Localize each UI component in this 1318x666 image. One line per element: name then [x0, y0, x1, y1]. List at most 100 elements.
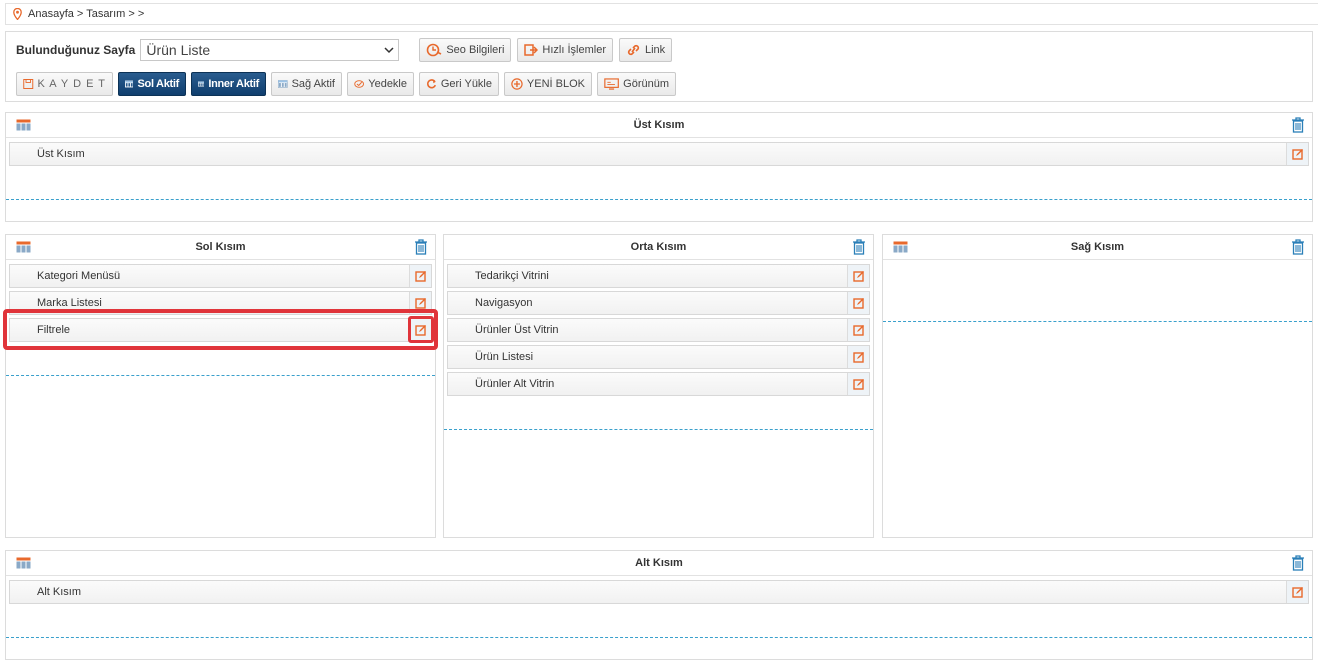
- edit-button[interactable]: [409, 265, 431, 287]
- left-section-title: Sol Kısım: [195, 241, 246, 253]
- page-select-value: Ürün Liste: [146, 42, 211, 58]
- inner-active-button[interactable]: Inner Aktif: [191, 72, 266, 96]
- edit-icon: [852, 352, 864, 363]
- block-item[interactable]: Ürünler Alt Vitrin: [447, 372, 870, 396]
- trash-icon[interactable]: [1291, 117, 1305, 133]
- new-block-button[interactable]: YENİ BLOK: [504, 72, 592, 96]
- restore-button[interactable]: Geri Yükle: [419, 72, 499, 96]
- trash-icon[interactable]: [1291, 239, 1305, 255]
- save-button[interactable]: K A Y D E T: [16, 72, 113, 96]
- drop-zone-divider: [6, 199, 1312, 200]
- top-section-header: Üst Kısım: [6, 113, 1312, 138]
- quick-actions-button[interactable]: Hızlı İşlemler: [517, 38, 613, 62]
- monitor-icon: [604, 78, 619, 90]
- top-section: Üst Kısım Üst Kısım: [5, 112, 1313, 222]
- edit-button[interactable]: [847, 346, 869, 368]
- block-item[interactable]: Kategori Menüsü: [9, 264, 432, 288]
- block-item-label: Alt Kısım: [37, 586, 82, 598]
- drop-zone-divider: [883, 321, 1312, 322]
- edit-icon: [1291, 149, 1303, 160]
- layout-icon: [198, 81, 205, 87]
- edit-icon: [1291, 587, 1303, 598]
- breadcrumb-text[interactable]: Anasayfa > Tasarım > >: [28, 8, 144, 20]
- block-item-label: Tedarikçi Vitrini: [475, 270, 549, 282]
- top-section-title: Üst Kısım: [633, 119, 685, 131]
- edit-button[interactable]: [1286, 581, 1308, 603]
- chevron-down-icon: [384, 47, 394, 54]
- quick-actions-label: Hızlı İşlemler: [542, 44, 606, 56]
- location-pin-icon: [13, 8, 22, 20]
- edit-icon: [852, 298, 864, 309]
- middle-section-title: Orta Kısım: [630, 241, 687, 253]
- block-item-label: Ürün Listesi: [475, 351, 534, 363]
- block-item-label: Ürünler Üst Vitrin: [475, 324, 559, 336]
- middle-section-header: Orta Kısım: [444, 235, 873, 260]
- bottom-section: Alt Kısım Alt Kısım: [5, 550, 1313, 660]
- restore-label: Geri Yükle: [440, 78, 492, 90]
- view-label: Görünüm: [623, 78, 669, 90]
- layout-icon: [125, 80, 134, 88]
- left-section-header: Sol Kısım: [6, 235, 435, 260]
- left-active-label: Sol Aktif: [137, 78, 179, 90]
- block-item-label: Marka Listesi: [37, 297, 102, 309]
- seo-info-button[interactable]: Seo Bilgileri: [419, 38, 512, 62]
- right-section: Sağ Kısım: [882, 234, 1313, 538]
- save-label: K A Y D E T: [37, 78, 106, 90]
- right-section-title: Sağ Kısım: [1070, 241, 1125, 253]
- view-button[interactable]: Görünüm: [597, 72, 676, 96]
- plus-circle-icon: [511, 78, 523, 90]
- highlight-edit-box: [408, 316, 434, 343]
- left-section: Sol Kısım Kategori Menüsü Marka Listesi …: [5, 234, 436, 538]
- block-item-label: Ürünler Alt Vitrin: [475, 378, 555, 390]
- drop-zone-divider: [444, 429, 873, 430]
- bottom-section-header: Alt Kısım: [6, 551, 1312, 576]
- right-active-button[interactable]: Sağ Aktif: [271, 72, 342, 96]
- edit-button[interactable]: [847, 292, 869, 314]
- right-active-label: Sağ Aktif: [291, 78, 335, 90]
- page-select[interactable]: Ürün Liste: [140, 39, 400, 61]
- block-item[interactable]: Navigasyon: [447, 291, 870, 315]
- middle-section: Orta Kısım Tedarikçi Vitrini Navigasyon …: [443, 234, 874, 538]
- seo-info-label: Seo Bilgileri: [446, 44, 505, 56]
- seo-icon: [427, 43, 442, 57]
- right-section-header: Sağ Kısım: [883, 235, 1312, 260]
- edit-icon: [852, 271, 864, 282]
- edit-icon: [414, 271, 426, 282]
- block-item-label: Kategori Menüsü: [37, 270, 121, 282]
- refresh-icon: [427, 79, 437, 89]
- block-item[interactable]: Alt Kısım: [9, 580, 1309, 604]
- inner-active-label: Inner Aktif: [208, 78, 259, 90]
- drop-zone-divider: [6, 375, 435, 376]
- backup-label: Yedekle: [368, 78, 407, 90]
- block-item[interactable]: Ürün Listesi: [447, 345, 870, 369]
- edit-button[interactable]: [847, 319, 869, 341]
- left-active-button[interactable]: Sol Aktif: [118, 72, 186, 96]
- edit-button[interactable]: [847, 373, 869, 395]
- trash-icon[interactable]: [414, 239, 428, 255]
- edit-button[interactable]: [1286, 143, 1308, 165]
- new-block-label: YENİ BLOK: [526, 78, 585, 90]
- edit-icon: [852, 325, 864, 336]
- trash-icon[interactable]: [1291, 555, 1305, 571]
- link-label: Link: [644, 44, 666, 56]
- edit-icon: [852, 379, 864, 390]
- block-item[interactable]: Tedarikçi Vitrini: [447, 264, 870, 288]
- layout-icon: [278, 80, 288, 88]
- block-item[interactable]: Üst Kısım: [9, 142, 1309, 166]
- block-item-label: Navigasyon: [475, 297, 533, 309]
- backup-button[interactable]: Yedekle: [347, 72, 414, 96]
- edit-button[interactable]: [847, 265, 869, 287]
- backup-icon: [354, 80, 364, 88]
- breadcrumb: Anasayfa > Tasarım > >: [5, 3, 1318, 25]
- bottom-section-title: Alt Kısım: [635, 557, 683, 569]
- link-button[interactable]: Link: [618, 38, 673, 62]
- toolbar-panel: Bulunduğunuz Sayfa Ürün Liste Seo Bilgil…: [5, 31, 1313, 102]
- trash-icon[interactable]: [852, 239, 866, 255]
- save-icon: [23, 79, 34, 89]
- page-label: Bulunduğunuz Sayfa: [16, 43, 136, 57]
- edit-icon: [414, 298, 426, 309]
- block-item[interactable]: Ürünler Üst Vitrin: [447, 318, 870, 342]
- block-item-label: Üst Kısım: [37, 148, 85, 160]
- drop-zone-divider: [6, 637, 1312, 638]
- export-icon: [524, 44, 539, 56]
